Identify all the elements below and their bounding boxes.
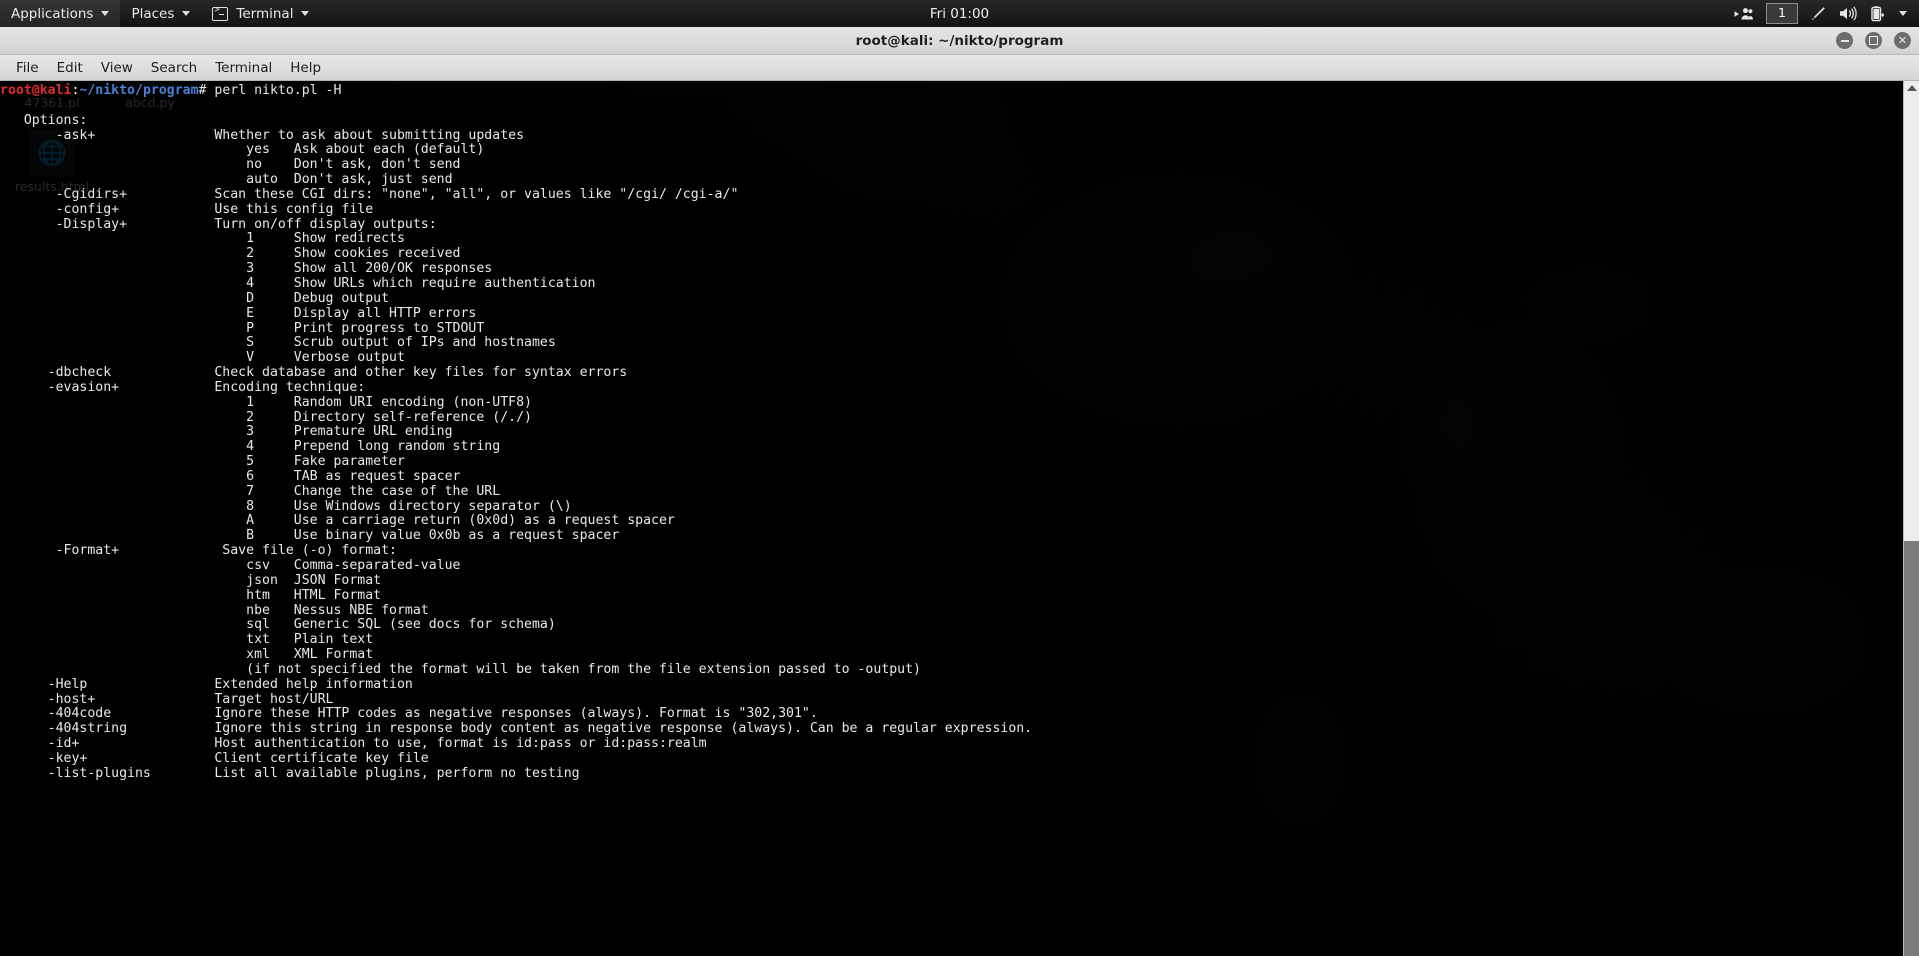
window-title: root@kali: ~/nikto/program <box>856 33 1064 49</box>
system-tray: 1 <box>1734 0 1919 27</box>
chevron-down-icon <box>101 11 109 16</box>
terminal-line: D Debug output <box>0 291 389 306</box>
terminal-line: -404code Ignore these HTTP codes as nega… <box>0 706 818 721</box>
terminal-line: 2 Show cookies received <box>0 246 461 261</box>
prompt-sigil: # <box>199 83 215 98</box>
terminal-line: -dbcheck Check database and other key fi… <box>0 365 627 380</box>
terminal-line: -config+ Use this config file <box>0 202 373 217</box>
menu-help[interactable]: Help <box>281 58 330 78</box>
terminal-line: -Help Extended help information <box>0 677 413 692</box>
terminal-line: 7 Change the case of the URL <box>0 484 500 499</box>
scrollbar-thumb[interactable] <box>1904 541 1919 956</box>
terminal-line: (if not specified the format will be tak… <box>0 662 921 677</box>
terminal-line: P Print progress to STDOUT <box>0 321 484 336</box>
terminal-line: -host+ Target host/URL <box>0 692 333 707</box>
terminal-menu-label: Terminal <box>236 6 293 22</box>
terminal-line: -Display+ Turn on/off display outputs: <box>0 217 437 232</box>
terminal-line: csv Comma-separated-value <box>0 558 461 573</box>
terminal-line: E Display all HTTP errors <box>0 306 476 321</box>
menu-view[interactable]: View <box>92 58 142 78</box>
terminal-line: json JSON Format <box>0 573 381 588</box>
terminal-output[interactable]: root@kali:~/nikto/program# perl nikto.pl… <box>0 81 1903 956</box>
menu-terminal[interactable]: Terminal <box>206 58 281 78</box>
terminal-line: 4 Prepend long random string <box>0 439 500 454</box>
terminal-line: 1 Show redirects <box>0 231 405 246</box>
applications-menu[interactable]: Applications <box>0 0 120 27</box>
places-menu[interactable]: Places <box>120 0 201 27</box>
terminal-line: -404string Ignore this string in respons… <box>0 721 1032 736</box>
menu-search[interactable]: Search <box>142 58 206 78</box>
window-controls: ✕ <box>1836 27 1911 54</box>
maximize-button[interactable] <box>1865 32 1882 49</box>
terminal-line: sql Generic SQL (see docs for schema) <box>0 617 556 632</box>
users-switch-icon[interactable] <box>1734 7 1753 21</box>
prompt-path: ~/nikto/program <box>79 83 198 98</box>
menu-file[interactable]: File <box>7 58 48 78</box>
terminal-line: nbe Nessus NBE format <box>0 603 429 618</box>
chevron-down-icon <box>301 11 309 16</box>
volume-icon[interactable] <box>1839 6 1857 21</box>
terminal-line: no Don't ask, don't send <box>0 157 461 172</box>
terminal-line: xml XML Format <box>0 647 373 662</box>
chevron-down-icon[interactable] <box>1899 11 1907 16</box>
terminal-line: A Use a carriage return (0x0d) as a requ… <box>0 513 675 528</box>
terminal-line: B Use binary value 0x0b as a request spa… <box>0 528 619 543</box>
chevron-down-icon <box>182 11 190 16</box>
terminal-menubar: File Edit View Search Terminal Help <box>0 55 1919 81</box>
terminal-line: V Verbose output <box>0 350 405 365</box>
close-button[interactable]: ✕ <box>1894 32 1911 49</box>
scroll-up-arrow[interactable] <box>1904 81 1919 95</box>
terminal-line: 6 TAB as request spacer <box>0 469 461 484</box>
terminal-line: 3 Show all 200/OK responses <box>0 261 492 276</box>
terminal-line: -Format+ Save file (-o) format: <box>0 543 397 558</box>
terminal-line: 1 Random URI encoding (non-UTF8) <box>0 395 532 410</box>
terminal-line: Options: <box>0 113 87 128</box>
terminal-line: -key+ Client certificate key file <box>0 751 429 766</box>
terminal-line: 2 Directory self-reference (/./) <box>0 410 532 425</box>
terminal-window: root@kali: ~/nikto/program ✕ File Edit V… <box>0 27 1919 956</box>
terminal-line: txt Plain text <box>0 632 373 647</box>
terminal-scrollbar[interactable] <box>1903 81 1919 956</box>
terminal-line: -Cgidirs+ Scan these CGI dirs: "none", "… <box>0 187 738 202</box>
top-panel: Applications Places Terminal Fri 01:00 1 <box>0 0 1919 27</box>
terminal-line: 4 Show URLs which require authentication <box>0 276 595 291</box>
terminal-line: 8 Use Windows directory separator (\) <box>0 499 572 514</box>
terminal-menu[interactable]: Terminal <box>201 0 320 27</box>
terminal-icon <box>212 7 228 21</box>
window-titlebar: root@kali: ~/nikto/program ✕ <box>0 27 1919 55</box>
terminal-line: -id+ Host authentication to use, format … <box>0 736 707 751</box>
pen-icon[interactable] <box>1811 6 1826 21</box>
places-menu-label: Places <box>131 6 174 22</box>
terminal-line: S Scrub output of IPs and hostnames <box>0 335 556 350</box>
terminal-line: yes Ask about each (default) <box>0 142 484 157</box>
battery-icon[interactable] <box>1870 6 1884 22</box>
applications-menu-label: Applications <box>11 6 93 22</box>
terminal-line: -evasion+ Encoding technique: <box>0 380 365 395</box>
terminal-line: 3 Premature URL ending <box>0 424 453 439</box>
prompt-user-host: root@kali <box>0 83 71 98</box>
terminal-line: -ask+ Whether to ask about submitting up… <box>0 128 524 143</box>
minimize-button[interactable] <box>1836 32 1853 49</box>
menu-edit[interactable]: Edit <box>48 58 92 78</box>
terminal-line: 5 Fake parameter <box>0 454 405 469</box>
terminal-body[interactable]: root@kali:~/nikto/program# perl nikto.pl… <box>0 81 1919 956</box>
terminal-line: auto Don't ask, just send <box>0 172 453 187</box>
terminal-command: perl nikto.pl -H <box>214 83 341 98</box>
terminal-line: htm HTML Format <box>0 588 381 603</box>
workspace-indicator[interactable]: 1 <box>1766 3 1798 24</box>
terminal-line: -list-plugins List all available plugins… <box>0 766 580 781</box>
